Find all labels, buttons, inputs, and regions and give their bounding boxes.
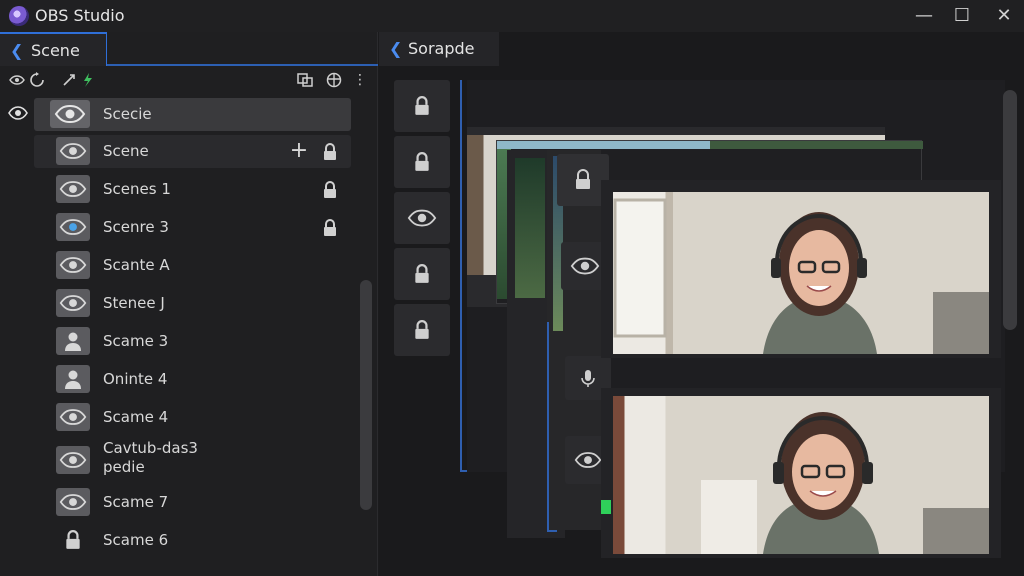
minimize-button[interactable]: —	[912, 4, 936, 28]
lock-button[interactable]	[394, 304, 450, 356]
list-item[interactable]: Scame 3	[34, 325, 351, 358]
tab-underline	[107, 64, 378, 66]
maximize-button[interactable]: ☐	[950, 4, 974, 28]
chevron-left-icon: ❮	[10, 41, 24, 60]
tab-scene[interactable]: ❮ Scene	[0, 32, 107, 66]
link-icon[interactable]	[60, 71, 78, 89]
source-card[interactable]	[601, 388, 1001, 558]
lock-button[interactable]	[394, 248, 450, 300]
scene-label: Scame 7	[103, 493, 169, 511]
eye-icon	[56, 175, 90, 203]
lock-icon[interactable]	[322, 143, 338, 161]
eye-icon	[56, 289, 90, 317]
list-item[interactable]: Scecie	[34, 98, 351, 131]
list-item[interactable]: Scante A	[34, 249, 351, 282]
visibility-toggle-icon[interactable]	[8, 71, 26, 89]
eye-icon	[50, 100, 90, 128]
eye-icon	[56, 137, 90, 165]
source-card[interactable]	[601, 180, 1001, 358]
scenes-panel: ❮ Scene ⋮ Scecie Scene + Scenes 1 Scenre…	[0, 32, 378, 576]
eye-icon	[570, 257, 600, 275]
microphone-icon	[581, 370, 595, 387]
scene-label: Stenee J	[103, 294, 165, 312]
obs-logo-icon	[9, 6, 29, 26]
visibility-button[interactable]	[394, 192, 450, 244]
refresh-icon[interactable]	[28, 71, 46, 89]
sources-panel: ❮ Sorapde	[379, 32, 1024, 576]
tab-scene-label: Scene	[31, 41, 80, 60]
lock-icon	[415, 320, 429, 339]
list-item[interactable]: Scenes 1	[34, 173, 351, 206]
webcam-preview-image	[613, 192, 989, 354]
scrollbar-vertical[interactable]	[1003, 90, 1017, 330]
eye-icon	[56, 251, 90, 279]
tab-sources[interactable]: ❮ Sorapde	[379, 32, 499, 66]
more-options-icon[interactable]: ⋮	[351, 71, 369, 89]
list-item[interactable]: Scame 4	[34, 401, 351, 434]
duplicate-icon[interactable]	[296, 71, 314, 89]
list-item[interactable]: Scame 7	[34, 486, 351, 519]
eye-icon	[407, 209, 437, 227]
scene-toolbar: ⋮	[0, 68, 378, 94]
status-indicator	[601, 500, 611, 514]
close-button[interactable]: ✕	[992, 4, 1016, 28]
scene-label: Scenes 1	[103, 180, 171, 198]
scene-label: Scante A	[103, 256, 170, 274]
scene-label: Scame 4	[103, 408, 169, 426]
scene-label: Scame 3	[103, 332, 169, 350]
scene-label-line2: pedie	[103, 458, 145, 476]
scene-label: Scame 6	[103, 531, 169, 549]
list-item[interactable]: Scame 6	[34, 524, 351, 557]
scene-list: Scecie Scene + Scenes 1 Scenre 3 Scante …	[0, 96, 356, 566]
eye-icon	[56, 213, 90, 241]
window-title: OBS Studio	[35, 6, 125, 25]
list-item[interactable]: Stenee J	[34, 287, 351, 320]
chevron-left-icon: ❮	[389, 39, 403, 58]
person-icon	[56, 327, 90, 355]
eye-icon	[56, 403, 90, 431]
list-item[interactable]: Oninte 4	[34, 363, 351, 396]
eye-icon	[574, 452, 602, 468]
eye-icon	[56, 446, 90, 474]
lock-icon	[415, 96, 429, 115]
eye-icon	[56, 488, 90, 516]
scrollbar-vertical[interactable]	[360, 280, 372, 510]
lock-icon[interactable]	[322, 219, 338, 237]
scene-label: Oninte 4	[103, 370, 168, 388]
list-item[interactable]: Cavtub-das3 pedie	[34, 439, 351, 481]
scene-label: Cavtub-das3 pedie	[103, 439, 198, 477]
scene-label: Scene	[103, 142, 149, 160]
scene-label-line1: Cavtub-das3	[103, 439, 198, 457]
person-photo-image	[701, 412, 989, 554]
lock-icon	[415, 264, 429, 283]
lock-button[interactable]	[394, 80, 450, 132]
lock-icon	[66, 530, 80, 549]
lock-icon[interactable]	[322, 181, 338, 199]
active-indicator-icon	[84, 73, 92, 87]
lock-mic-icon	[576, 169, 590, 189]
person-icon	[56, 365, 90, 393]
filter-icon[interactable]	[325, 71, 343, 89]
title-bar: OBS Studio — ☐ ✕	[0, 0, 1024, 32]
tab-sources-label: Sorapde	[408, 39, 475, 58]
webcam-preview-image	[613, 396, 989, 554]
scene-label: Scenre 3	[103, 218, 169, 236]
layer-frame	[547, 322, 557, 532]
list-item[interactable]: Scenre 3	[34, 211, 351, 244]
person-photo-image	[613, 198, 989, 354]
nature-preview-image	[497, 141, 923, 149]
layer-thumbnail-image	[515, 158, 545, 298]
add-icon[interactable]: +	[289, 139, 309, 163]
lock-button[interactable]	[394, 136, 450, 188]
list-item[interactable]: Scene +	[34, 135, 351, 168]
lock-icon	[415, 152, 429, 171]
scene-label: Scecie	[103, 105, 152, 123]
